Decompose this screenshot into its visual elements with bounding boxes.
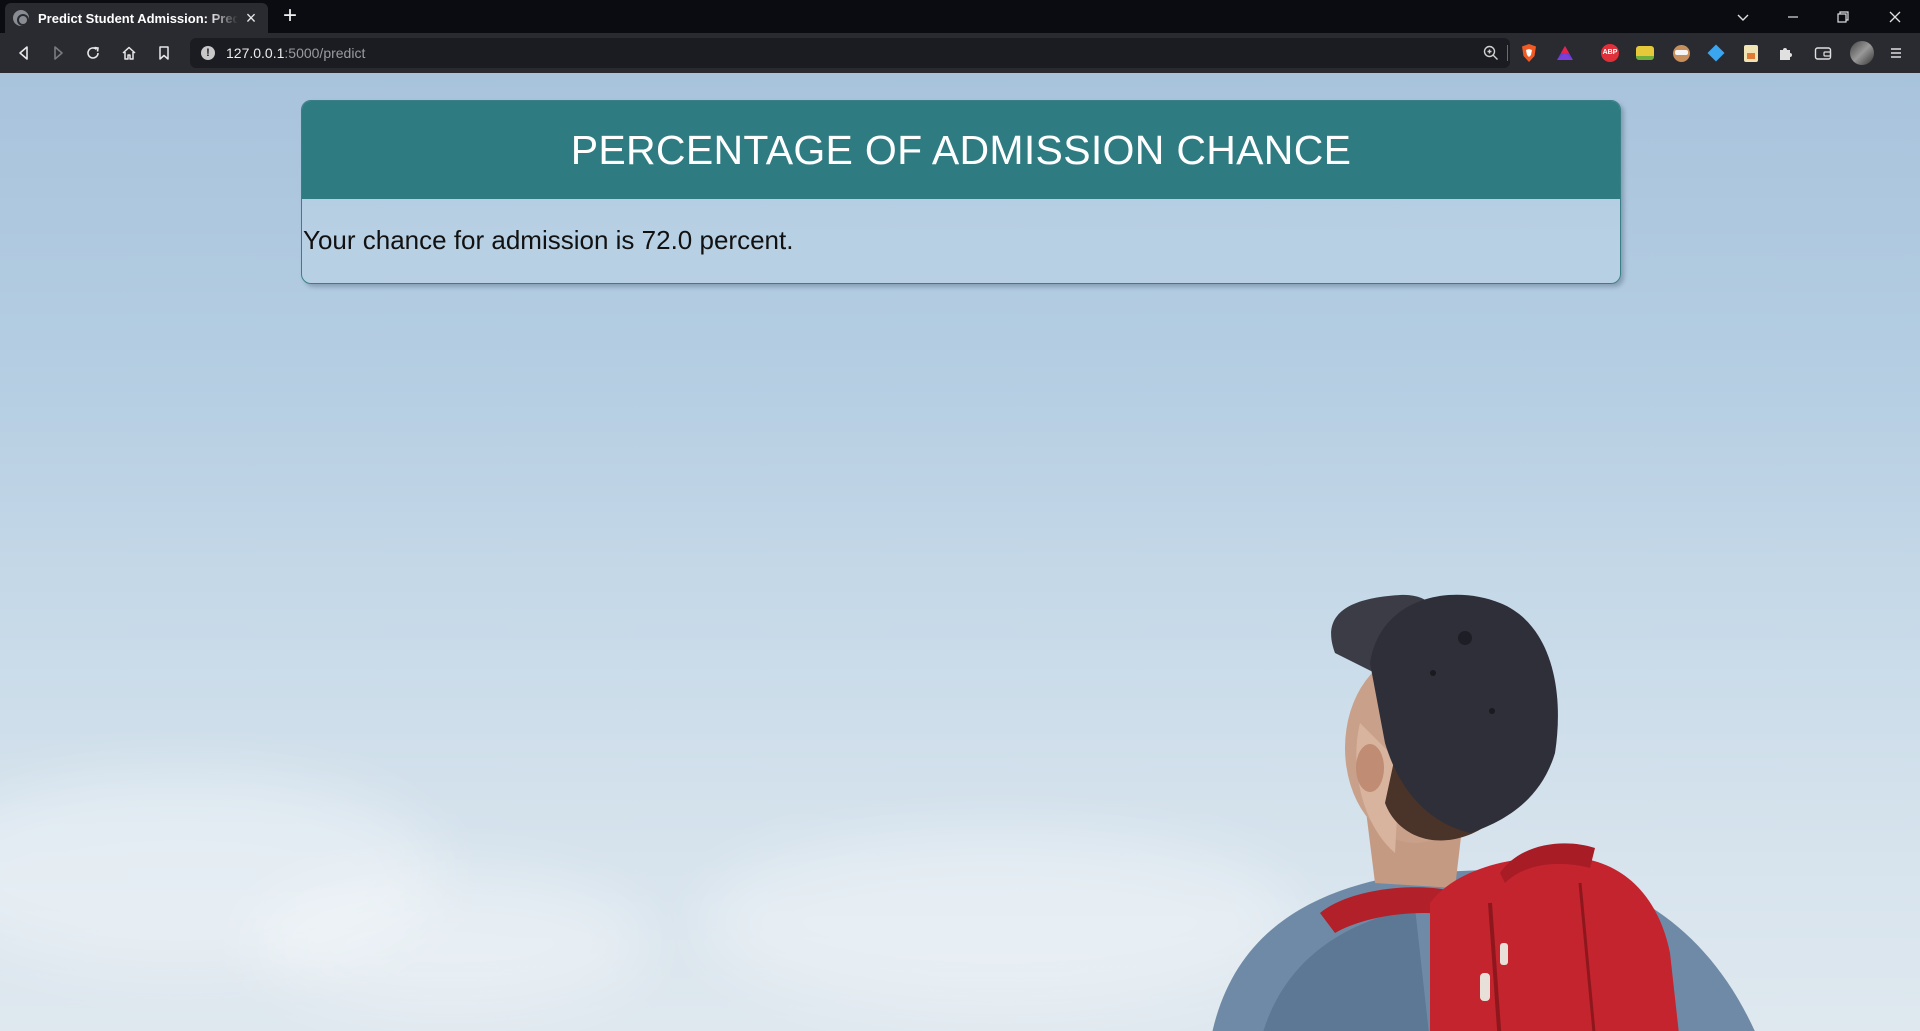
extension-yellow-icon[interactable]: [1634, 42, 1656, 64]
close-window-button[interactable]: [1872, 0, 1918, 33]
reload-button[interactable]: [80, 40, 106, 66]
tab-search-chevron-icon[interactable]: [1720, 0, 1766, 33]
result-card: PERCENTAGE OF ADMISSION CHANCE Your chan…: [301, 100, 1621, 284]
profile-avatar[interactable]: [1849, 40, 1875, 66]
person-with-backpack-illustration: [1212, 594, 1755, 1031]
menu-icon[interactable]: [1885, 42, 1907, 64]
adblock-plus-icon[interactable]: ABP: [1599, 42, 1621, 64]
url-path: :5000/predict: [284, 45, 366, 61]
result-card-header: PERCENTAGE OF ADMISSION CHANCE: [302, 101, 1620, 199]
address-bar-divider: [1507, 45, 1508, 61]
url-host: 127.0.0.1: [226, 45, 285, 61]
browser-tab-active[interactable]: Predict Student Admission: Predict ×: [5, 3, 268, 33]
extension-doc-icon[interactable]: [1740, 42, 1762, 64]
minimize-button[interactable]: [1770, 0, 1816, 33]
zoom-icon[interactable]: [1482, 44, 1500, 62]
extension-diamond-icon[interactable]: [1705, 42, 1727, 64]
tab-strip: Predict Student Admission: Predict × +: [0, 0, 1920, 33]
site-info-icon[interactable]: !: [201, 46, 215, 60]
page-title: PERCENTAGE OF ADMISSION CHANCE: [570, 126, 1352, 173]
extension-diamond-glyph: [1707, 44, 1725, 62]
profile-avatar-image: [1850, 41, 1874, 65]
globe-icon: [13, 10, 29, 26]
brave-shields-icon[interactable]: [1518, 42, 1540, 64]
tab-close-icon[interactable]: ×: [242, 9, 260, 27]
browser-toolbar: ! 127.0.0.1:5000/predict ABP: [0, 33, 1920, 73]
extension-face-glyph: [1672, 44, 1690, 62]
home-button[interactable]: [116, 40, 142, 66]
page-viewport: PERCENTAGE OF ADMISSION CHANCE Your chan…: [0, 73, 1920, 1031]
bookmark-button[interactable]: [151, 40, 177, 66]
tab-title: Predict Student Admission: Predict: [38, 10, 238, 26]
back-button[interactable]: [11, 40, 37, 66]
wallet-icon[interactable]: [1812, 42, 1834, 64]
result-text: Your chance for admission is 72.0 percen…: [303, 225, 794, 255]
forward-button[interactable]: [45, 40, 71, 66]
result-card-body: Your chance for admission is 72.0 percen…: [302, 199, 1620, 256]
new-tab-button[interactable]: +: [278, 4, 302, 28]
restore-button[interactable]: [1820, 0, 1866, 33]
extension-yellow-glyph: [1636, 46, 1654, 60]
url-text[interactable]: 127.0.0.1:5000/predict: [226, 45, 365, 61]
extensions-puzzle-icon[interactable]: [1775, 42, 1797, 64]
brave-rewards-icon[interactable]: [1554, 42, 1576, 64]
extension-face-icon[interactable]: [1670, 42, 1692, 64]
address-bar[interactable]: ! 127.0.0.1:5000/predict: [190, 38, 1510, 68]
extension-doc-glyph: [1744, 44, 1758, 62]
cloud: [250, 873, 650, 1013]
